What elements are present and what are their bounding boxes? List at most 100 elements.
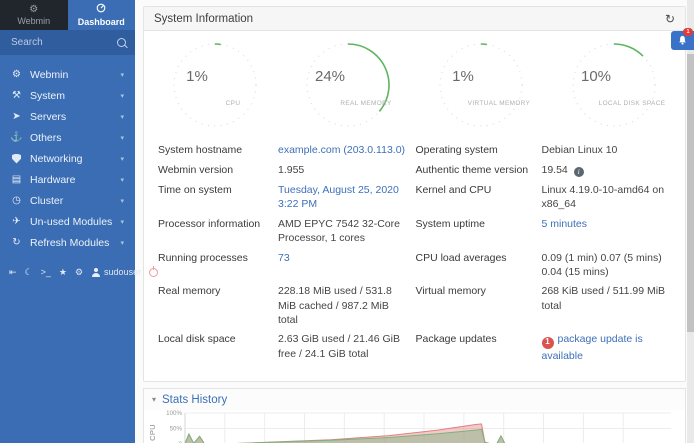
svg-text:100%: 100%: [166, 410, 182, 417]
info-text: 268 KiB used / 511.99 MiB total: [542, 285, 666, 311]
collapse-sidebar-button[interactable]: ⇤: [9, 268, 17, 277]
clock-icon: ◷: [11, 196, 22, 206]
info-value: Debian Linux 10: [542, 143, 672, 157]
sidebar-item-label: System: [30, 90, 65, 102]
info-text: 19.54: [542, 164, 568, 176]
search-icon[interactable]: [117, 38, 126, 47]
gauge-value: 24%: [315, 68, 345, 85]
sidebar-item-label: Refresh Modules: [30, 237, 109, 249]
sidebar: ⚙ Webmin Dashboard ⚙ Webmin ▾ ⚒ System ▾ ➤ Serv…: [0, 0, 135, 443]
info-link[interactable]: 73: [278, 252, 290, 264]
stats-history-header[interactable]: ▾ Stats History: [144, 389, 685, 410]
night-mode-button[interactable]: ☾: [25, 268, 33, 277]
wrench-icon: ⚒: [11, 91, 22, 101]
sidebar-item-label: Webmin: [30, 69, 68, 81]
sidebar-item-label: Servers: [30, 111, 66, 123]
sidebar-item-networking[interactable]: Networking ▾: [0, 148, 135, 169]
info-label-package-updates: Package updates: [416, 332, 534, 363]
notifications-toggle[interactable]: 1: [671, 31, 694, 50]
info-link[interactable]: Tuesday, August 25, 2020 3:22 PM: [278, 184, 399, 210]
favorites-star-button[interactable]: ★: [59, 268, 67, 277]
terminal-icon: >_: [41, 268, 51, 277]
shield-icon: [11, 154, 22, 164]
chevron-down-icon: ▾: [120, 218, 124, 226]
system-information-panel: System Information ↻ 1% CPU 24% REAL MEM…: [143, 6, 686, 382]
search-input[interactable]: [9, 36, 111, 49]
info-link[interactable]: package update is available: [542, 333, 643, 361]
info-value: Tuesday, August 25, 2020 3:22 PM: [278, 183, 408, 211]
info-link[interactable]: example.com (203.0.113.0): [278, 144, 405, 156]
night-mode-icon: ☾: [25, 268, 33, 277]
info-link[interactable]: 5 minutes: [542, 218, 588, 230]
tab-webmin[interactable]: ⚙ Webmin: [0, 0, 68, 30]
scrollbar-thumb[interactable]: [687, 54, 694, 332]
info-text: Debian Linux 10: [542, 144, 618, 156]
gauge-local-disk-space: 10% LOCAL DISK SPACE: [548, 37, 681, 133]
gauge-label: REAL MEMORY: [340, 100, 392, 107]
charts-container: CPU 3:15:56 PM3:16:31 PM3:17:07 PM3:17:4…: [144, 410, 685, 443]
plane-icon: ✈: [11, 217, 22, 227]
gauge-value: 10%: [581, 68, 611, 85]
sidebar-footer: ⇤☾>_★⚙sudouser: [0, 261, 135, 284]
sidebar-item-label: Un-used Modules: [30, 216, 112, 228]
speedometer-icon: [96, 3, 106, 16]
gear-icon: ⚙: [11, 70, 22, 80]
sidebar-item-webmin[interactable]: ⚙Webmin▾: [0, 64, 135, 85]
info-label-system-hostname: System hostname: [158, 143, 270, 157]
refresh-icon[interactable]: ↻: [665, 13, 675, 25]
info-icon[interactable]: i: [574, 167, 584, 177]
svg-text:50%: 50%: [170, 425, 183, 432]
chevron-down-icon: ▾: [152, 395, 156, 404]
settings-cogs-icon: ⚙: [75, 268, 83, 277]
info-value: 268 KiB used / 511.99 MiB total: [542, 284, 672, 327]
sidebar-tabs: ⚙ Webmin Dashboard: [0, 0, 135, 30]
terminal-button[interactable]: >_: [41, 268, 51, 277]
sidebar-item-un-used-modules[interactable]: ✈ Un-used Modules ▾: [0, 211, 135, 232]
sidebar-item-system[interactable]: ⚒System▾: [0, 85, 135, 106]
info-label-system-uptime: System uptime: [416, 217, 534, 245]
stats-history-panel: ▾ Stats History CPU 3:15:56 PM3:16:31 PM…: [143, 388, 686, 443]
info-label-running-processes: Running processes: [158, 251, 270, 279]
info-label-kernel-and-cpu: Kernel and CPU: [416, 183, 534, 211]
collapse-sidebar-icon: ⇤: [9, 268, 17, 277]
info-label-local-disk-space: Local disk space: [158, 332, 270, 363]
webmin-dashboard: ⚙ Webmin Dashboard ⚙ Webmin ▾ ⚒ System ▾ ➤ Serv…: [0, 0, 694, 443]
vertical-scrollbar: [687, 0, 694, 443]
tab-dashboard[interactable]: Dashboard: [68, 0, 136, 30]
paper-plane-icon: ➤: [11, 112, 22, 122]
panel-header: System Information ↻: [144, 7, 685, 31]
gauge-value: 1%: [186, 68, 208, 85]
system-info-table: System hostname example.com (203.0.113.0)…: [144, 133, 685, 381]
tab-webmin-label: Webmin: [17, 16, 50, 26]
sidebar-item-refresh-modules[interactable]: ↻Refresh Modules▾: [0, 232, 135, 253]
gauge-label: LOCAL DISK SPACE: [599, 100, 666, 107]
user-button[interactable]: sudouser: [91, 268, 141, 277]
gauge-label: CPU: [225, 100, 240, 107]
favorites-star-icon: ★: [59, 268, 67, 277]
chevron-down-icon: ▾: [120, 155, 124, 163]
sidebar-item-hardware[interactable]: ▤Hardware▾: [0, 169, 135, 190]
gauge-label: VIRTUAL MEMORY: [468, 100, 531, 107]
power-button[interactable]: [149, 268, 158, 277]
chevron-down-icon: ▾: [120, 197, 124, 205]
sidebar-item-label: Hardware: [30, 174, 76, 186]
sidebar-item-label: Networking: [30, 153, 83, 165]
sidebar-item-label: Cluster: [30, 195, 63, 207]
stats-history-title: Stats History: [162, 394, 227, 406]
settings-cogs-button[interactable]: ⚙: [75, 268, 83, 277]
hdd-icon: ▤: [11, 175, 22, 185]
info-label-real-memory: Real memory: [158, 284, 270, 327]
sidebar-item-others[interactable]: ⚓Others▾: [0, 127, 135, 148]
info-label-operating-system: Operating system: [416, 143, 534, 157]
info-value: 1.955: [278, 163, 408, 178]
info-value: Linux 4.19.0-10-amd64 on x86_64: [542, 183, 672, 211]
chart-plot: 3:15:56 PM3:16:31 PM3:17:07 PM3:17:42 PM…: [159, 410, 675, 443]
info-text: 1.955: [278, 164, 304, 176]
sidebar-item-servers[interactable]: ➤Servers▾: [0, 106, 135, 127]
sidebar-item-cluster[interactable]: ◷ Cluster ▾: [0, 190, 135, 211]
info-value: 73: [278, 251, 408, 279]
chevron-down-icon: ▾: [120, 239, 124, 247]
info-label-time-on-system: Time on system: [158, 183, 270, 211]
bell-icon: [677, 35, 688, 46]
info-value: 2.63 GiB used / 21.46 GiB free / 24.1 Gi…: [278, 332, 408, 363]
